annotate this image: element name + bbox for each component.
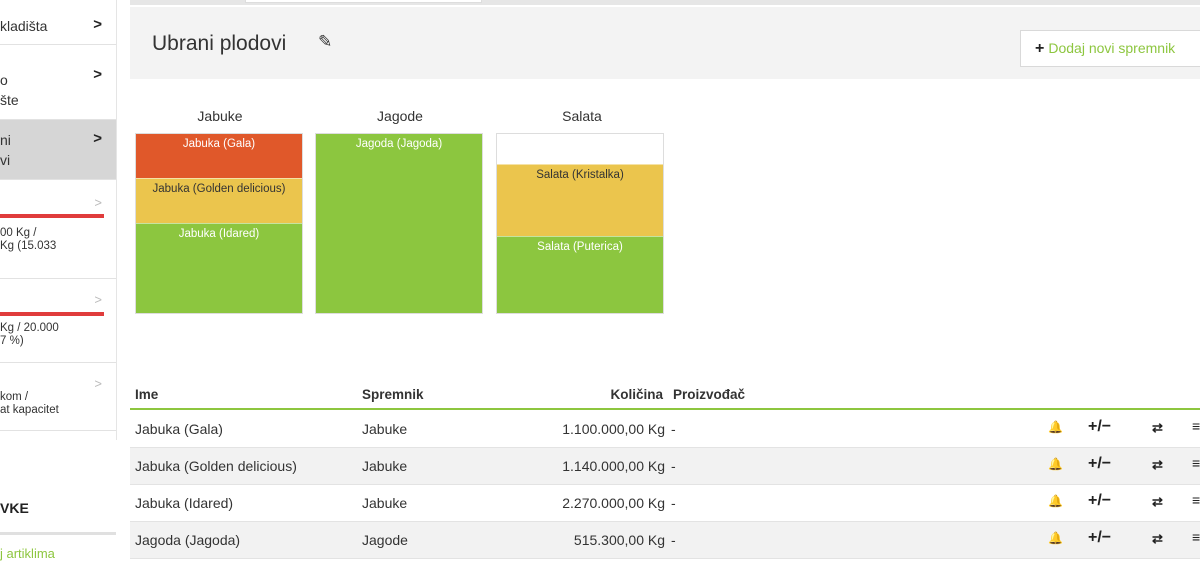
cell-container[interactable]: Jabuke bbox=[362, 421, 407, 437]
adjust-quantity-icon[interactable]: +/− bbox=[1088, 455, 1111, 473]
sidebar-section-heading: VKE bbox=[0, 500, 29, 516]
cell-name: Jagoda (Jagoda) bbox=[135, 532, 241, 548]
top-tab[interactable] bbox=[245, 0, 482, 3]
table-row[interactable]: Jabuka (Gala) Jabuke 1.100.000,00 Kg - 🔔 +/− ⇄… bbox=[130, 411, 1200, 448]
transfer-icon[interactable]: ⇄ bbox=[1152, 420, 1163, 436]
cell-producer: - bbox=[671, 495, 676, 511]
container-name: Salata bbox=[562, 108, 602, 124]
bell-icon[interactable]: 🔔 bbox=[1048, 420, 1063, 434]
cell-producer: - bbox=[671, 421, 676, 437]
cell-name: Jabuka (Gala) bbox=[135, 421, 223, 437]
container-name: Jabuke bbox=[197, 108, 243, 124]
container-segment[interactable]: Jabuka (Golden delicious) bbox=[136, 178, 302, 223]
chevron-right-icon: > bbox=[94, 292, 102, 307]
container-box-jagode[interactable]: Jagoda (Jagoda) bbox=[315, 133, 483, 314]
adjust-quantity-icon[interactable]: +/− bbox=[1088, 492, 1111, 510]
page-header: Ubrani plodovi ✎ + Dodaj novi spremnik bbox=[130, 7, 1200, 79]
pencil-icon[interactable]: ✎ bbox=[318, 32, 332, 52]
cell-quantity: 1.100.000,00 Kg bbox=[562, 421, 665, 437]
add-container-button[interactable]: + Dodaj novi spremnik bbox=[1020, 30, 1200, 67]
capacity-text: Kg / 20.000 bbox=[0, 322, 59, 334]
menu-icon[interactable]: ≡ bbox=[1192, 529, 1200, 545]
table-row[interactable]: Jagoda (Jagoda) Jagode 515.300,00 Kg - 🔔 +/− ⇄… bbox=[130, 522, 1200, 559]
chevron-right-icon: > bbox=[93, 16, 102, 33]
capacity-text: 7 %) bbox=[0, 335, 24, 347]
column-header-producer[interactable]: Proizvođač bbox=[673, 387, 745, 402]
capacity-text: kom / bbox=[0, 391, 29, 403]
add-container-label: Dodaj novi spremnik bbox=[1048, 40, 1176, 56]
sidebar-item-container-3[interactable]: kom / at kapacitet > bbox=[0, 364, 116, 431]
transfer-icon[interactable]: ⇄ bbox=[1152, 531, 1163, 547]
capacity-text: Kg (15.033 bbox=[0, 240, 57, 252]
capacity-bar bbox=[0, 214, 104, 218]
plus-icon: + bbox=[1035, 40, 1045, 57]
cell-quantity: 2.270.000,00 Kg bbox=[562, 495, 665, 511]
capacity-bar bbox=[0, 312, 104, 316]
cell-quantity: 515.300,00 Kg bbox=[573, 532, 665, 548]
chevron-right-icon: > bbox=[93, 66, 102, 83]
cell-name: Jabuka (Idared) bbox=[135, 495, 234, 511]
transfer-icon[interactable]: ⇄ bbox=[1152, 494, 1163, 510]
cell-container[interactable]: Jagode bbox=[362, 532, 408, 548]
cell-name: Jabuka (Golden delicious) bbox=[135, 458, 297, 474]
container-segment[interactable] bbox=[497, 134, 663, 164]
sidebar-item-label: šte bbox=[0, 92, 19, 108]
chevron-right-icon: > bbox=[94, 195, 102, 210]
sidebar-item-warehouses[interactable]: kladišta > bbox=[0, 0, 116, 45]
sidebar-divider bbox=[116, 0, 117, 440]
container-segment[interactable]: Jagoda (Jagoda) bbox=[316, 134, 482, 313]
sidebar-item-container-2[interactable]: Kg / 20.000 7 %) > bbox=[0, 280, 116, 363]
column-header-name[interactable]: Ime bbox=[135, 387, 158, 402]
menu-icon[interactable]: ≡ bbox=[1192, 418, 1200, 434]
sidebar-item-label: vi bbox=[0, 152, 11, 168]
cell-producer: - bbox=[671, 532, 676, 548]
adjust-quantity-icon[interactable]: +/− bbox=[1088, 418, 1111, 436]
container-segment[interactable]: Salata (Kristalka) bbox=[497, 164, 663, 236]
container-segment[interactable]: Jabuka (Idared) bbox=[136, 223, 302, 313]
menu-icon[interactable]: ≡ bbox=[1192, 492, 1200, 508]
bell-icon[interactable]: 🔔 bbox=[1048, 457, 1063, 471]
container-name: Jagode bbox=[377, 108, 423, 124]
bell-icon[interactable]: 🔔 bbox=[1048, 494, 1063, 508]
capacity-text: 00 Kg / bbox=[0, 227, 37, 239]
table-header: Ime Spremnik Količina Proizvođač bbox=[130, 380, 1200, 410]
sidebar-item-container-1[interactable]: 00 Kg / Kg (15.033 > bbox=[0, 181, 116, 279]
table-row[interactable]: Jabuka (Golden delicious) Jabuke 1.140.000… bbox=[130, 448, 1200, 485]
cell-producer: - bbox=[671, 458, 676, 474]
sidebar-item-storage[interactable]: o šte > bbox=[0, 46, 116, 120]
sidebar-item-harvested[interactable]: ni vi > bbox=[0, 120, 116, 180]
container-box-jabuke[interactable]: Jabuka (Gala) Jabuka (Golden delicious) Ja… bbox=[135, 133, 303, 314]
chevron-right-icon: > bbox=[93, 130, 102, 147]
adjust-quantity-icon[interactable]: +/− bbox=[1088, 529, 1111, 547]
table-row[interactable]: Jabuka (Idared) Jabuke 2.270.000,00 Kg - 🔔 +/… bbox=[130, 485, 1200, 522]
menu-icon[interactable]: ≡ bbox=[1192, 455, 1200, 471]
page-title: Ubrani plodovi bbox=[152, 32, 287, 55]
sidebar: kladišta > o šte > ni vi > 00 Kg / Kg (1… bbox=[0, 0, 116, 565]
cell-quantity: 1.140.000,00 Kg bbox=[562, 458, 665, 474]
cell-container[interactable]: Jabuke bbox=[362, 495, 407, 511]
column-header-quantity[interactable]: Količina bbox=[610, 387, 663, 402]
transfer-icon[interactable]: ⇄ bbox=[1152, 457, 1163, 473]
bell-icon[interactable]: 🔔 bbox=[1048, 531, 1063, 545]
sidebar-link[interactable]: j artiklima bbox=[0, 546, 55, 561]
container-segment[interactable]: Salata (Puterica) bbox=[497, 236, 663, 313]
cell-container[interactable]: Jabuke bbox=[362, 458, 407, 474]
capacity-text: at kapacitet bbox=[0, 404, 59, 416]
app-root: kladišta > o šte > ni vi > 00 Kg / Kg (1… bbox=[0, 0, 1200, 565]
container-segment[interactable]: Jabuka (Gala) bbox=[136, 134, 302, 178]
container-box-salata[interactable]: Salata (Kristalka) Salata (Puterica) bbox=[496, 133, 664, 314]
column-header-container[interactable]: Spremnik bbox=[362, 387, 424, 402]
chevron-right-icon: > bbox=[94, 376, 102, 391]
divider bbox=[0, 532, 116, 535]
